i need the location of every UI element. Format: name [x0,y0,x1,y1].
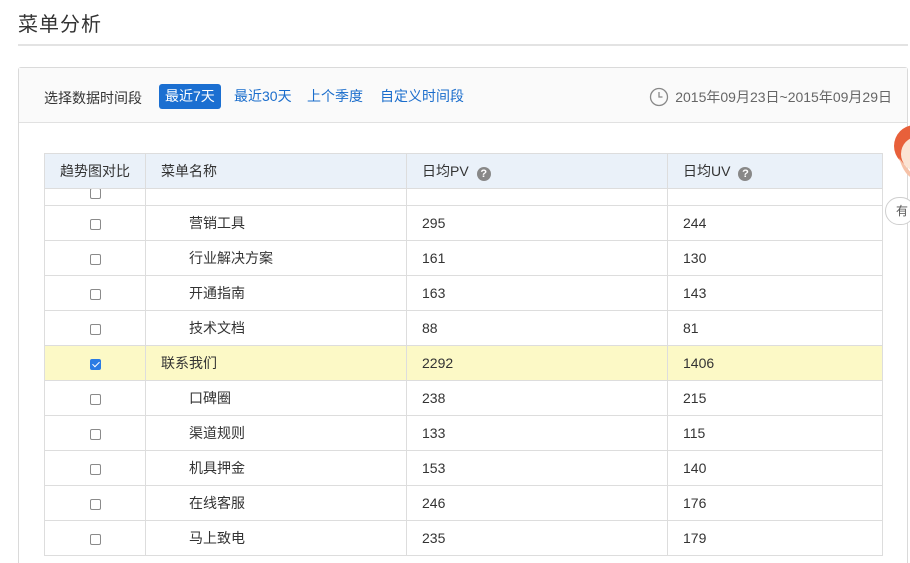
row-daily-pv: 2292 [406,345,668,381]
header-daily-uv-label: 日均UV [683,163,731,179]
row-checkbox[interactable] [89,498,101,510]
row-checkbox[interactable] [89,393,101,405]
row-daily-uv: 140 [667,450,883,486]
row-checkbox-cell [44,485,146,521]
row-daily-uv: 179 [667,520,883,556]
side-help-tab[interactable]: 有 [885,197,910,225]
row-daily-pv: 238 [406,380,668,416]
title-divider [18,44,908,46]
row-checkbox[interactable] [89,253,101,265]
row-cell [145,188,407,206]
row-cell [406,188,668,206]
row-checkbox[interactable] [89,288,101,300]
table-row: 技术文档 88 81 [44,310,883,346]
table-row: 联系我们 2292 1406 [44,345,883,381]
row-menu-name: 口碑圈 [145,380,407,416]
row-menu-name: 技术文档 [145,310,407,346]
row-checkbox-cell [44,380,146,416]
row-checkbox-cell [44,205,146,241]
row-daily-pv: 295 [406,205,668,241]
row-checkbox-cell [44,450,146,486]
table-row: 行业解决方案 161 130 [44,240,883,276]
table-row: 营销工具 295 244 [44,205,883,241]
row-checkbox[interactable] [89,218,101,230]
table-row: 在线客服 246 176 [44,485,883,521]
row-daily-uv: 130 [667,240,883,276]
row-daily-pv: 235 [406,520,668,556]
row-checkbox[interactable] [89,463,101,475]
date-range-display: 2015年09月23日~2015年09月29日 [649,87,892,107]
row-daily-uv: 244 [667,205,883,241]
row-menu-name: 在线客服 [145,485,407,521]
row-daily-uv: 176 [667,485,883,521]
menu-analysis-panel: 选择数据时间段 最近7天 最近30天 上个季度 自定义时间段 2015年09月2… [18,67,908,563]
header-menu-name: 菜单名称 [145,153,407,189]
mascot-icon [894,125,910,177]
menu-table: 趋势图对比 菜单名称 日均PV? 日均UV? 营销工具 295 244 行业解决方案 1… [44,153,883,556]
header-compare: 趋势图对比 [44,153,146,189]
row-checkbox-cell [44,310,146,346]
date-range-text: 2015年09月23日~2015年09月29日 [675,89,892,105]
row-menu-name: 马上致电 [145,520,407,556]
page-title: 菜单分析 [18,14,102,36]
row-checkbox-cell [44,520,146,556]
range-last-quarter-button[interactable]: 上个季度 [301,84,369,109]
row-daily-pv: 163 [406,275,668,311]
row-checkbox-cell [44,188,146,206]
range-last-30-days-button[interactable]: 最近30天 [228,84,298,109]
header-daily-pv-label: 日均PV [422,163,469,179]
row-daily-pv: 88 [406,310,668,346]
help-icon[interactable]: ? [476,167,491,181]
row-daily-pv: 133 [406,415,668,451]
row-checkbox-cell [44,275,146,311]
row-daily-uv: 115 [667,415,883,451]
row-checkbox-cell [44,345,146,381]
table-row: 口碑圈 238 215 [44,380,883,416]
table-header-row: 趋势图对比 菜单名称 日均PV? 日均UV? [44,153,883,189]
mascot-avatar[interactable] [893,118,910,188]
range-custom-button[interactable]: 自定义时间段 [374,84,470,109]
row-checkbox[interactable] [89,533,101,545]
table-row: 开通指南 163 143 [44,275,883,311]
row-menu-name: 营销工具 [145,205,407,241]
row-menu-name: 开通指南 [145,275,407,311]
row-cell [667,188,883,206]
range-label: 选择数据时间段 [44,90,142,106]
header-daily-uv: 日均UV? [667,153,883,189]
row-daily-uv: 215 [667,380,883,416]
row-menu-name: 渠道规则 [145,415,407,451]
row-menu-name: 行业解决方案 [145,240,407,276]
row-daily-pv: 161 [406,240,668,276]
clock-icon [650,87,669,107]
row-checkbox[interactable] [89,189,101,199]
row-checkbox[interactable] [89,358,101,370]
table-row: 渠道规则 133 115 [44,415,883,451]
table-row-partial [44,188,883,206]
row-daily-uv: 81 [667,310,883,346]
row-menu-name: 联系我们 [145,345,407,381]
row-daily-pv: 246 [406,485,668,521]
row-checkbox-cell [44,415,146,451]
help-icon[interactable]: ? [738,167,753,181]
table-row: 机具押金 153 140 [44,450,883,486]
row-checkbox[interactable] [89,323,101,335]
row-menu-name: 机具押金 [145,450,407,486]
filter-bar: 选择数据时间段 最近7天 最近30天 上个季度 自定义时间段 2015年09月2… [19,68,907,123]
header-daily-pv: 日均PV? [406,153,668,189]
row-daily-uv: 143 [667,275,883,311]
range-last-7-days-button[interactable]: 最近7天 [159,84,221,109]
row-daily-uv: 1406 [667,345,883,381]
row-checkbox[interactable] [89,428,101,440]
row-daily-pv: 153 [406,450,668,486]
row-checkbox-cell [44,240,146,276]
table-row: 马上致电 235 179 [44,520,883,556]
